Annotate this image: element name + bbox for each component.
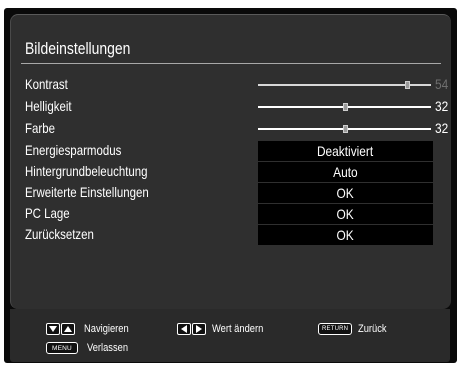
setting-value: 32: [435, 120, 449, 136]
hint-label: Wert ändern: [212, 323, 264, 336]
key-hints-bar: Navigieren Wert ändern RETURN Zurück MEN…: [10, 309, 450, 362]
ok-button[interactable]: OK: [258, 204, 433, 224]
setting-value: Auto: [333, 164, 358, 180]
setting-label: Kontrast: [25, 76, 68, 92]
setting-row-erweiterte-einstellungen[interactable]: Erweiterte Einstellungen OK: [11, 183, 451, 203]
left-arrow-icon: [177, 323, 191, 336]
hint-navigate: Navigieren: [46, 323, 137, 336]
setting-row-zuruecksetzen[interactable]: Zurücksetzen OK: [11, 225, 451, 245]
setting-value-box[interactable]: Deaktiviert: [258, 141, 433, 161]
setting-row-kontrast[interactable]: Kontrast 54: [11, 75, 451, 95]
up-arrow-icon: [61, 323, 75, 336]
setting-value: 54: [435, 76, 449, 92]
setting-label: PC Lage: [25, 205, 70, 221]
picture-settings-menu: Bildeinstellungen Kontrast 54 Helligkeit…: [10, 14, 451, 309]
hint-back: RETURN Zurück: [318, 323, 392, 336]
color-slider[interactable]: [258, 125, 431, 133]
hint-label: Navigieren: [84, 323, 129, 336]
hint-label: Zurück: [358, 323, 387, 336]
down-arrow-icon: [46, 323, 60, 336]
slider-knob[interactable]: [343, 103, 348, 111]
ok-button[interactable]: OK: [258, 225, 433, 245]
right-arrow-icon: [192, 323, 206, 336]
return-key-icon: RETURN: [318, 323, 353, 336]
setting-value-box[interactable]: Auto: [258, 162, 433, 182]
setting-row-helligkeit[interactable]: Helligkeit 32: [11, 97, 451, 117]
setting-label: Hintergrundbeleuchtung: [25, 163, 148, 179]
brightness-slider[interactable]: [258, 103, 431, 111]
button-label: OK: [336, 185, 355, 201]
setting-value: 32: [435, 98, 449, 114]
setting-label: Farbe: [25, 120, 55, 136]
menu-title: Bildeinstellungen: [25, 39, 131, 58]
slider-knob[interactable]: [343, 125, 348, 133]
title-divider: [21, 63, 441, 64]
setting-row-energiesparmodus[interactable]: Energiesparmodus Deaktiviert: [11, 141, 451, 161]
tv-screen: Bildeinstellungen Kontrast 54 Helligkeit…: [4, 8, 457, 363]
ok-button[interactable]: OK: [258, 183, 433, 203]
slider-knob[interactable]: [405, 81, 410, 89]
button-label: OK: [336, 227, 355, 243]
setting-row-pc-lage[interactable]: PC Lage OK: [11, 204, 451, 224]
button-label: OK: [336, 206, 355, 222]
hint-label: Verlassen: [87, 342, 129, 355]
up-down-keys-icon: [46, 323, 75, 336]
hint-change-value: Wert ändern: [177, 323, 272, 336]
setting-label: Helligkeit: [25, 98, 72, 114]
contrast-slider[interactable]: [258, 81, 431, 89]
setting-row-farbe[interactable]: Farbe 32: [11, 119, 451, 139]
setting-label: Energiesparmodus: [25, 142, 122, 158]
left-right-keys-icon: [177, 323, 206, 336]
setting-label: Erweiterte Einstellungen: [25, 184, 149, 200]
hint-exit: MENU Verlassen: [46, 342, 135, 355]
menu-key-icon: MENU: [46, 342, 78, 355]
setting-row-hintergrundbeleuchtung[interactable]: Hintergrundbeleuchtung Auto: [11, 162, 451, 182]
setting-label: Zurücksetzen: [25, 226, 94, 242]
setting-value: Deaktiviert: [317, 143, 374, 159]
